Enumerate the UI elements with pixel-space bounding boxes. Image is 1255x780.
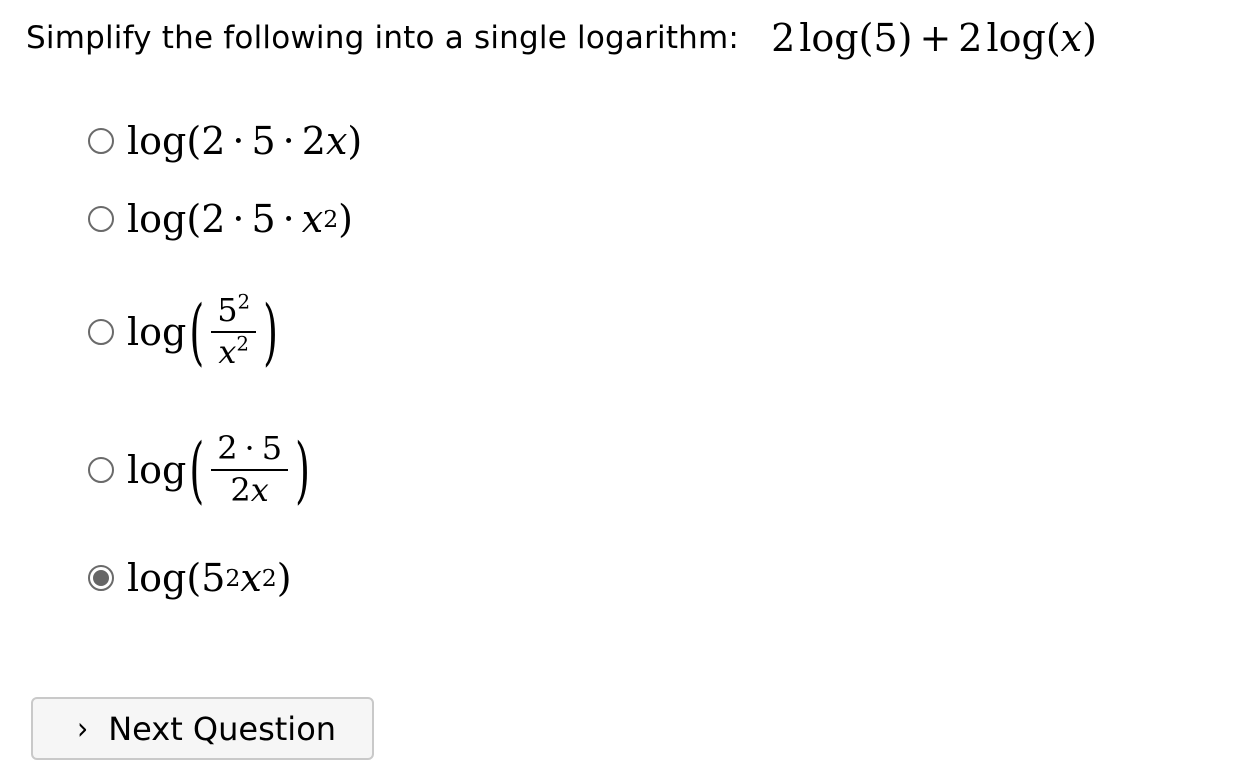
close-paren: ) [1082, 16, 1097, 60]
exponent: 2 [237, 291, 251, 315]
open-paren: ( [186, 556, 202, 600]
dot-operator: · [244, 429, 255, 468]
radio-button[interactable] [88, 457, 114, 483]
log-function: log [127, 310, 187, 354]
denominator: x2 [212, 332, 255, 371]
radio-button-selected[interactable] [88, 565, 114, 591]
dot-operator: · [282, 197, 295, 241]
variable: x [250, 471, 269, 509]
close-paren: ) [347, 119, 363, 163]
option-expression: log ( 2 · 5 2x ) [127, 432, 313, 507]
numerator: 52 [211, 291, 256, 330]
open-paren: ( [186, 197, 202, 241]
radio-button[interactable] [88, 319, 114, 345]
argument: (5) [858, 16, 913, 60]
question-prompt: Simplify the following into a single log… [26, 20, 740, 56]
dot-operator: · [282, 119, 295, 163]
chevron-right-icon: › [77, 710, 89, 747]
open-paren: ( [189, 428, 205, 512]
close-paren: ) [295, 428, 310, 512]
radio-dot [93, 570, 109, 586]
term: 2 [217, 429, 238, 468]
variable: x [301, 197, 324, 241]
log-function: log [127, 448, 187, 492]
variable: x [1060, 16, 1083, 60]
plus-operator: + [919, 16, 952, 60]
close-paren: ) [263, 290, 278, 374]
variable: x [240, 556, 262, 600]
option-expression: log(2 · 5 · x 2) [127, 197, 353, 241]
open-paren: ( [1045, 16, 1061, 60]
question-expression: 2 log(5) +2 log(x) [771, 16, 1097, 60]
radio-button[interactable] [88, 128, 114, 154]
log-function: log [986, 16, 1046, 60]
term: 2 [230, 471, 251, 509]
open-paren: ( [189, 290, 205, 374]
close-paren: ) [276, 556, 292, 600]
log-function: log [799, 16, 859, 60]
fraction: 2 · 5 2x [211, 432, 289, 509]
answer-option-4[interactable]: log ( 2 · 5 2x ) [88, 418, 313, 522]
next-question-button[interactable]: › Next Question [31, 697, 374, 760]
exponent: 2 [236, 332, 250, 356]
log-function: log [127, 197, 187, 241]
fraction: 52 x2 [211, 291, 257, 371]
term: 2 [301, 119, 326, 163]
term: 5 [251, 119, 276, 163]
next-question-label: Next Question [108, 709, 337, 748]
answer-option-5[interactable]: log(5 2 x 2) [88, 550, 292, 606]
coefficient: 2 [958, 16, 983, 60]
answer-option-2[interactable]: log(2 · 5 · x 2) [88, 192, 353, 246]
term: 2 [201, 119, 226, 163]
term: 2 [201, 197, 226, 241]
answer-option-3[interactable]: log ( 52 x2 ) [88, 282, 281, 382]
option-expression: log(5 2 x 2) [127, 556, 292, 600]
log-function: log [127, 119, 187, 163]
term: 5 [201, 556, 226, 600]
denominator: 2x [224, 471, 274, 509]
term: 5 [261, 429, 283, 468]
coefficient: 2 [771, 16, 796, 60]
term: 5 [217, 291, 238, 330]
dot-operator: · [232, 119, 245, 163]
option-expression: log(2 · 5 · 2 x) [127, 119, 362, 163]
open-paren: ( [186, 119, 202, 163]
radio-button[interactable] [88, 206, 114, 232]
option-expression: log ( 52 x2 ) [127, 290, 281, 374]
variable: x [218, 333, 237, 371]
dot-operator: · [232, 197, 245, 241]
close-paren: ) [338, 197, 353, 241]
answer-option-1[interactable]: log(2 · 5 · 2 x) [88, 115, 362, 167]
variable: x [325, 119, 348, 163]
log-function: log [127, 556, 187, 600]
question-header: Simplify the following into a single log… [26, 10, 1097, 66]
numerator: 2 · 5 [211, 432, 288, 466]
term: 5 [251, 197, 276, 241]
